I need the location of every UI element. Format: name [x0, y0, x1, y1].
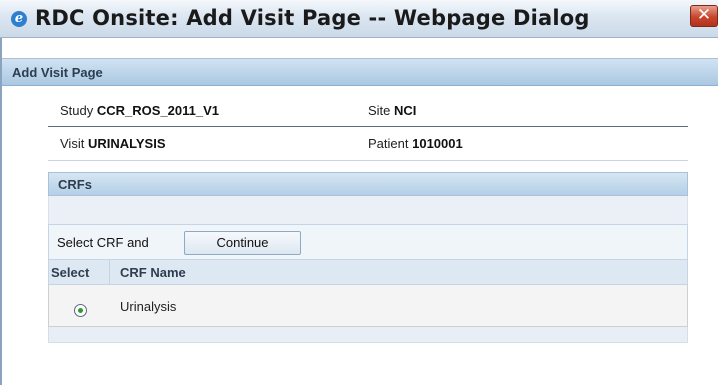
crf-name-cell: Urinalysis [120, 299, 177, 314]
column-header-select: Select [51, 265, 90, 280]
patient-info: Patient 1010001 [368, 136, 463, 151]
table-row: Urinalysis [48, 285, 688, 327]
page-title: Add Visit Page [12, 65, 103, 80]
visit-info: Visit URINALYSIS [60, 136, 166, 151]
site-label: Site [368, 103, 391, 118]
site-value: NCI [394, 103, 417, 118]
crf-select-radio[interactable] [74, 304, 87, 317]
crfs-panel-spacer [48, 196, 688, 224]
crfs-panel-header: CRFs [48, 172, 688, 196]
radio-selected-dot [78, 308, 83, 313]
site-info: Site NCI [368, 103, 416, 118]
info-divider [48, 126, 688, 127]
column-header-crf-name: CRF Name [120, 265, 186, 280]
select-crf-label: Select CRF and [57, 235, 149, 250]
dialog-title-bar: e RDC Onsite: Add Visit Page -- Webpage … [0, 0, 718, 38]
crfs-panel-title: CRFs [58, 177, 92, 192]
close-button[interactable]: ✕ [690, 5, 718, 27]
column-divider [109, 260, 110, 284]
info-divider-bottom [48, 160, 688, 161]
patient-label: Patient [368, 136, 409, 151]
dialog-title: RDC Onsite: Add Visit Page -- Webpage Di… [35, 6, 590, 30]
crf-table-header: Select CRF Name [48, 260, 688, 285]
study-value: CCR_ROS_2011_V1 [96, 103, 220, 118]
crf-action-bar: Select CRF and Continue [48, 224, 688, 260]
page-header: Add Visit Page [0, 58, 718, 86]
window-left-border [0, 38, 2, 385]
browser-icon: e [11, 11, 27, 27]
continue-button[interactable]: Continue [184, 231, 301, 255]
study-info: Study CCR_ROS_2011_V1 [60, 103, 219, 118]
crfs-panel-footer [48, 327, 688, 343]
visit-value: URINALYSIS [87, 136, 166, 151]
visit-label: Visit [60, 136, 85, 151]
patient-value: 1010001 [412, 136, 463, 151]
study-label: Study [60, 103, 94, 118]
